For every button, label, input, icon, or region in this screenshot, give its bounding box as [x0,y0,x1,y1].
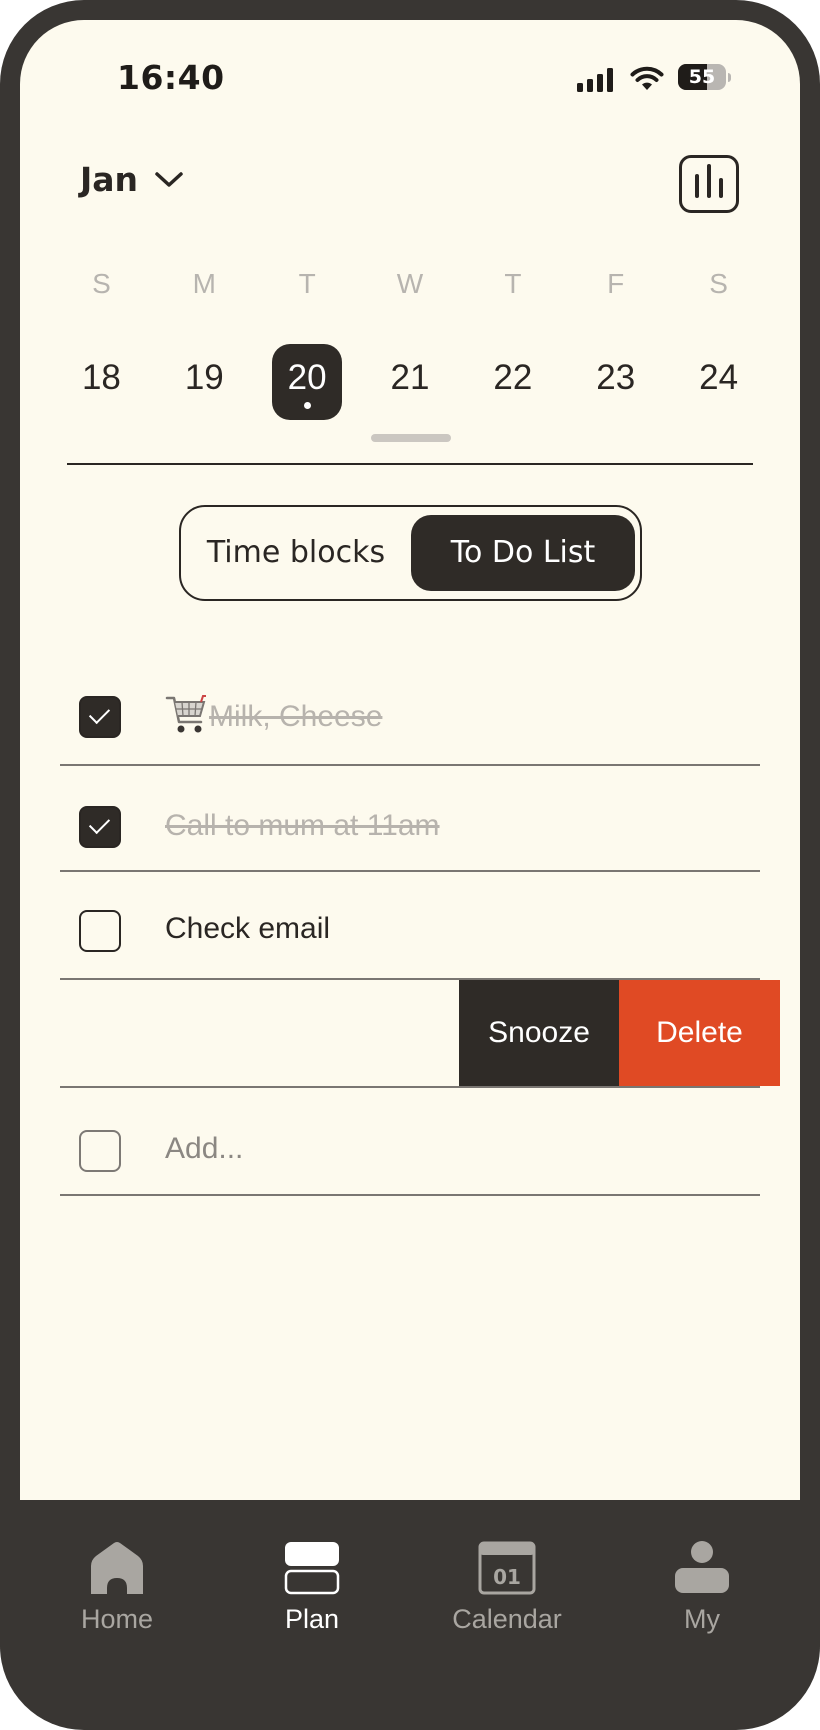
drag-handle[interactable] [371,434,451,442]
status-time: 16:40 [117,58,225,97]
plan-icon [284,1542,340,1595]
snooze-button[interactable]: Snooze [459,980,619,1086]
date-cell[interactable]: 18 [66,344,136,420]
tab-label: Home [80,1604,154,1634]
todo-text: Check email [165,912,331,945]
weekday-label: W [396,268,424,299]
tab-label: My [684,1604,720,1634]
device-frame: 16:40 55 Jan S M T W T F S 18 19 20 21 2… [0,0,820,1730]
todo-checkbox[interactable] [79,1130,121,1172]
todo-checkbox-checked[interactable] [79,696,121,738]
swiped-todo-row: Snooze Delete [60,980,780,1088]
month-selector[interactable]: Jan [80,160,184,199]
battery-percent: 55 [688,66,716,88]
chevron-down-icon [155,171,183,187]
status-icons: 55 [577,62,757,92]
date-cell[interactable]: 21 [375,344,445,420]
shopping-cart-icon [165,695,206,733]
divider [67,463,753,465]
cellular-signal-icon [577,68,613,92]
tab-bar: Home Plan 01 Calendar My [0,1500,820,1730]
tab-label: Calendar [452,1604,562,1634]
view-toggle: Time blocks To Do List [179,505,642,601]
add-todo-input[interactable]: Add... [165,1132,243,1166]
date-row: 18 19 20 21 22 23 24 [50,344,770,420]
tab-my[interactable]: My [622,1540,782,1635]
todo-checkbox[interactable] [79,910,121,952]
date-cell-selected[interactable]: 20 [272,344,343,420]
todo-text: Milk, Cheese [209,700,383,733]
todo-item: Call to mum at 11am [60,766,760,872]
todo-item: Check email [60,872,760,980]
todo-text: Call to mum at 11am [165,809,440,842]
battery-icon: 55 [678,64,731,90]
tab-to-do-list[interactable]: To Do List [411,515,635,591]
todo-item: Milk, Cheese [60,666,760,766]
todo-checkbox-checked[interactable] [79,806,121,848]
calendar-icon-text: 01 [493,1565,521,1589]
stats-bar-chart-icon [695,174,699,198]
weekday-label: M [192,268,216,299]
weekday-label: S [709,268,728,299]
tab-calendar[interactable]: 01 Calendar [427,1540,587,1635]
date-cell[interactable]: 24 [684,344,754,420]
date-cell[interactable]: 22 [478,344,548,420]
weekday-row: S M T W T F S [50,268,770,300]
tab-plan[interactable]: Plan [232,1540,392,1635]
month-label: Jan [80,160,139,199]
weekday-label: T [298,268,316,299]
date-cell[interactable]: 23 [581,344,651,420]
wifi-icon [630,66,664,90]
weekday-label: T [504,268,522,299]
weekday-label: S [92,268,111,299]
delete-button[interactable]: Delete [619,980,780,1086]
app-screen: 16:40 55 Jan S M T W T F S 18 19 20 21 2… [20,20,800,1500]
tab-label: Plan [284,1604,340,1634]
weekday-label: F [607,268,625,299]
home-icon [91,1542,143,1594]
calendar-icon: 01 [478,1541,536,1595]
week-strip: S M T W T F S 18 19 20 21 22 23 24 [50,268,770,420]
tab-home[interactable]: Home [37,1540,197,1635]
tab-time-blocks[interactable]: Time blocks [191,515,401,591]
date-cell[interactable]: 19 [169,344,239,420]
stats-button[interactable] [679,155,739,213]
person-icon [675,1541,729,1593]
add-todo-row[interactable]: Add... [60,1088,760,1196]
